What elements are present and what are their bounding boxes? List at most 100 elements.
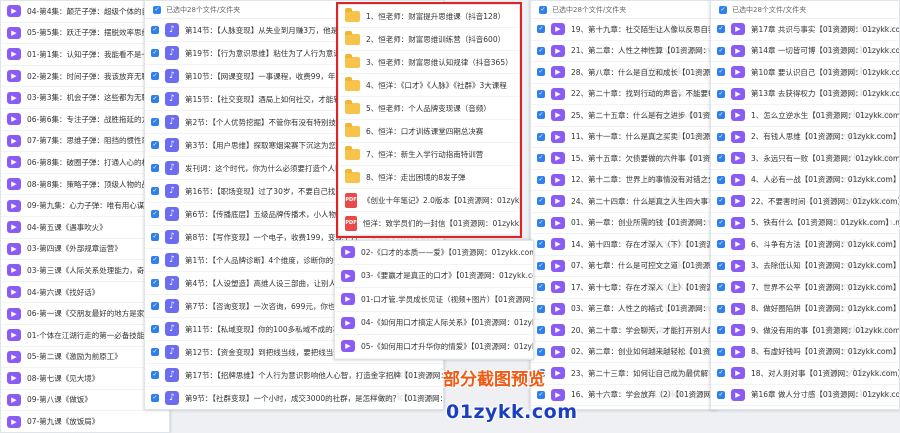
- checkbox[interactable]: ✓: [151, 141, 159, 149]
- checkbox[interactable]: ✓: [717, 369, 725, 378]
- list-item[interactable]: ▶ 01-口才管.学员成长见证（视频+图片）【01资源网：01zykk.com】.…: [335, 288, 533, 312]
- list-item[interactable]: 4、恒洋：《口才》《人脉》《社群》3大课程: [339, 74, 519, 97]
- checkbox[interactable]: ✓: [537, 390, 545, 399]
- list-item[interactable]: ✓▶7、世界不公平【01资源网：01zykk.com】.mp401zykk.co…: [711, 277, 899, 299]
- checkbox[interactable]: ✓: [717, 197, 725, 206]
- list-item[interactable]: ✓▶12、第十二章：世界上的事情没有对错之分【01资源网：01zykk.com0…: [531, 170, 717, 191]
- checkbox[interactable]: ✓: [151, 325, 159, 333]
- list-item[interactable]: ✓▶03、第三章：人性之的格式【01资源网：01zykk.com】.mp401z…: [531, 299, 717, 320]
- list-item[interactable]: 8、恒洋：走出困境的8发子弹: [339, 166, 519, 189]
- checkbox[interactable]: ✓: [717, 175, 725, 184]
- checkbox[interactable]: ✓: [537, 111, 545, 120]
- checkbox[interactable]: ✓: [151, 302, 159, 310]
- list-item[interactable]: ✓▶第13章 去获得权力【01资源网：01zykk.com】.mp401zykk…: [711, 84, 899, 105]
- list-item[interactable]: ▶ 02-《口才的本质——爱》【01资源网：01zykk.com】.mp4: [335, 241, 533, 265]
- list-item[interactable]: ✓▶8、做好圈陷阱【01资源网：01zykk.com】.mp401zykk.co…: [711, 299, 899, 320]
- checkbox[interactable]: ✓: [537, 347, 545, 356]
- checkbox[interactable]: ✓: [717, 68, 725, 77]
- list-item[interactable]: ✓▶17、第十七章：存在才深入（上）【01资源网：01zykk.com】.mp4…: [531, 277, 717, 299]
- list-item[interactable]: ✓▶8、有虚好钱吗【01资源网：01zykk.com】.mp401zykk.co…: [711, 342, 899, 363]
- list-item[interactable]: ✓▶18、对人则对事【01资源网：01zykk.com】.mp401zykk.c…: [711, 363, 899, 385]
- list-item[interactable]: ✓▶第17章 共识与事实【01资源网：01zykk.com】.mp401zykk…: [711, 19, 899, 41]
- checkbox[interactable]: ✓: [151, 394, 159, 402]
- checkbox[interactable]: ✓: [151, 256, 159, 264]
- list-item[interactable]: ✓▶14、第十四章：存在才深入（下）【01资源网：01zykk.com】.mp4…: [531, 234, 717, 256]
- list-item[interactable]: ✓ ▶ 5、铁有什么【01资源网：01zykk.com】.mp4 01zykk.com: [711, 213, 899, 234]
- checkbox[interactable]: ✓: [717, 326, 725, 335]
- list-item[interactable]: PDF 《创业十年笔记》2.0版本【01资源网：01zykk.com】.pdf: [339, 189, 519, 212]
- list-item[interactable]: ✓▶第14章 一切皆可博【01资源网：01zykk.com】.mp401zykk…: [711, 41, 899, 62]
- list-item[interactable]: ▶ 04-《如何用口才搞定人际关系》【01资源网：01zykk.com】.mp4: [335, 312, 533, 335]
- checkbox[interactable]: ✓: [537, 197, 545, 206]
- checkbox[interactable]: ✓: [717, 283, 725, 292]
- list-item[interactable]: ✓▶15、第十五章：欠债要做的六件事【01资源网：01zykk.com】.mp4…: [531, 148, 717, 170]
- list-item[interactable]: ✓▶02、第二章：创业如何越来越轻松【01资源网：01zykk.com】.mp4…: [531, 342, 717, 363]
- list-item[interactable]: ✓♪第17节：【招牌思维】个人行为意识影响他人心智，打造金字招牌【01资源网：0…: [145, 364, 443, 387]
- select-all-checkbox[interactable]: ✓: [153, 5, 161, 14]
- checkbox[interactable]: ✓: [537, 154, 545, 163]
- checkbox[interactable]: ✓: [717, 25, 725, 34]
- checkbox[interactable]: ✓: [151, 348, 159, 356]
- checkbox[interactable]: ✓: [537, 240, 545, 249]
- checkbox[interactable]: ✓: [151, 72, 159, 80]
- list-item[interactable]: ▶ 05-《如何用口才升华你的情爱》【01资源网：01zykk.com】.mp4: [335, 335, 533, 359]
- list-item[interactable]: ✓▶20、第二十章：学会聊天，才能打开别人的心靡【01资源网：01zyk01zy…: [531, 320, 717, 342]
- checkbox[interactable]: ✓: [537, 68, 545, 77]
- select-all-checkbox[interactable]: ✓: [719, 5, 727, 14]
- list-item[interactable]: ✓▶22、不要害时间【01资源网：01zykk.com】.mp401zykk.c…: [711, 191, 899, 213]
- list-item[interactable]: 6、恒洋：口才训练课堂四期总决赛: [339, 120, 519, 143]
- checkbox[interactable]: ✓: [717, 132, 725, 141]
- checkbox[interactable]: ✓: [717, 347, 725, 356]
- list-item[interactable]: ✓▶3、永远只有一败【01资源网：01zykk.com】.mp401zykk.c…: [711, 148, 899, 170]
- checkbox[interactable]: ✓: [537, 218, 545, 227]
- checkbox[interactable]: ✓: [151, 233, 159, 241]
- checkbox[interactable]: ✓: [151, 187, 159, 195]
- checkbox[interactable]: ✓: [151, 26, 159, 34]
- list-item[interactable]: ✓▶第16章 做人分寸感【01资源网：01zykk.com】.mp401zykk…: [711, 385, 899, 406]
- list-item[interactable]: 5、恒老师：个人品牌变现课（音频）: [339, 97, 519, 120]
- list-item[interactable]: ✓♪第9节：【社群变现】一个小时，成交3000的社群，是怎样做的？【01资源网：…: [145, 387, 443, 409]
- checkbox[interactable]: ✓: [151, 210, 159, 218]
- list-item[interactable]: ✓▶24、第二十四章：什么是真之人生四大事【01资源网：01zykk.com01…: [531, 191, 717, 213]
- checkbox[interactable]: ✓: [537, 283, 545, 292]
- list-item[interactable]: ✓▶9、做没有用的事【01资源网：01zykk.com】.mp401zykk.c…: [711, 320, 899, 342]
- list-item[interactable]: ✓▶4、人必有一战【01资源网：01zykk.com】.mp401zykk.co…: [711, 170, 899, 191]
- checkbox[interactable]: ✓: [717, 304, 725, 313]
- list-item[interactable]: ✓▶2、有钱人思维【01资源网：01zykk.com】.mp401zykk.co…: [711, 127, 899, 148]
- checkbox[interactable]: ✓: [717, 390, 725, 399]
- list-item[interactable]: ▶ 07-第九课《放饭局》: [1, 411, 169, 432]
- checkbox[interactable]: ✓: [537, 304, 545, 313]
- checkbox[interactable]: ✓: [151, 279, 159, 287]
- list-item[interactable]: ✓▶23、第二十三章：如何让自己成为最优解【01资源网：01zykk.com01…: [531, 363, 717, 385]
- checkbox[interactable]: ✓: [717, 261, 725, 270]
- checkbox[interactable]: ✓: [537, 132, 545, 141]
- list-item[interactable]: 1、恒老师：财富提升思维课（抖音128）: [339, 5, 519, 28]
- list-item[interactable]: 7、恒洋：新生入学行动指南特训营: [339, 143, 519, 166]
- list-item[interactable]: ✓▶22、第二十章：找到行动的声音，不能要每个人都喝力【01资源网01zykk.…: [531, 84, 717, 105]
- list-item[interactable]: 2、恒老师：财富思维训练营（抖音600）: [339, 28, 519, 51]
- list-item[interactable]: ✓▶01、第一章：创业所需的钱【01资源网：01zykk.com】.mp401z…: [531, 213, 717, 234]
- checkbox[interactable]: ✓: [717, 46, 725, 55]
- list-item[interactable]: PDF 恒洋：致学员们的一封信【01资源网：01zykk.com】.pdf: [339, 212, 519, 235]
- checkbox[interactable]: ✓: [717, 218, 725, 227]
- list-item[interactable]: ✓▶28、第八章：什么是自立和成长【01资源网：01zykk.com】.mp40…: [531, 62, 717, 84]
- checkbox[interactable]: ✓: [151, 118, 159, 126]
- checkbox[interactable]: ✓: [717, 154, 725, 163]
- checkbox[interactable]: ✓: [151, 95, 159, 103]
- checkbox[interactable]: ✓: [151, 49, 159, 57]
- checkbox[interactable]: ✓: [537, 326, 545, 335]
- checkbox[interactable]: ✓: [151, 371, 159, 379]
- list-item[interactable]: ✓▶07、第七章：什么是可控文之道【01资源网：01zykk.com】.mp40…: [531, 256, 717, 277]
- checkbox[interactable]: ✓: [537, 46, 545, 55]
- checkbox[interactable]: ✓: [717, 240, 725, 249]
- checkbox[interactable]: ✓: [717, 111, 725, 120]
- list-item[interactable]: ✓▶19、第十九章：社交陌生让人像以反思自我【01资源网：01zykk.com】…: [531, 19, 717, 41]
- checkbox[interactable]: ✓: [151, 164, 159, 172]
- checkbox[interactable]: ✓: [537, 25, 545, 34]
- list-item[interactable]: ✓▶21、第二章：人性之神性算【01资源网：01zykk.com】.mp401z…: [531, 41, 717, 62]
- checkbox[interactable]: ✓: [537, 89, 545, 98]
- list-item[interactable]: ▶ 03-《要赢才是真正的口才》【01资源网：01zykk.com】.mp4: [335, 265, 533, 288]
- list-item[interactable]: ✓▶25、第二十五章：什么是有之进步【01资源网：01zykk.com】.mp4…: [531, 105, 717, 127]
- list-item[interactable]: ✓▶11、第十一章：什么是真之买卖【01资源网：01zykk.com】.mp40…: [531, 127, 717, 148]
- checkbox[interactable]: ✓: [537, 261, 545, 270]
